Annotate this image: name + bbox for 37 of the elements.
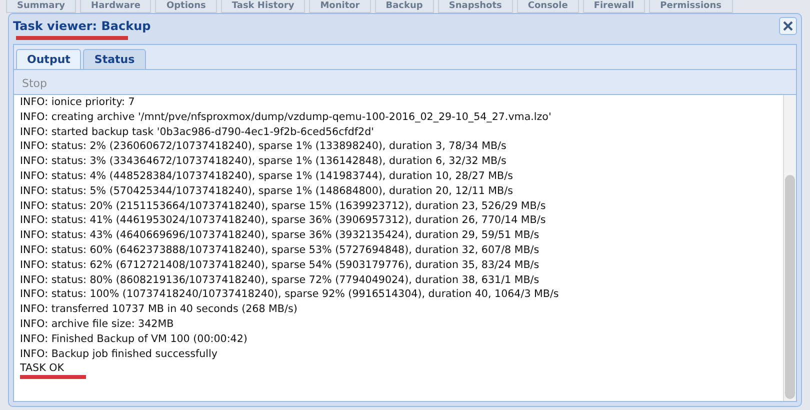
background-tab[interactable]: Backup <box>374 0 434 13</box>
background-tab[interactable]: Hardware <box>80 0 152 13</box>
log-line: INFO: status: 100% (10737418240/10737418240), sparse 92% (9916514304), duration 40, 1064/3 MB/s <box>20 287 560 302</box>
background-tab[interactable]: Task History <box>220 0 306 13</box>
log-line: INFO: status: 80% (8608219136/10737418240), sparse 72% (7794049024), duration 38, 631/1 MB/s <box>20 272 540 288</box>
log-line: INFO: status: 3% (334364672/10737418240), sparse 1% (136142848), duration 6, 32/32 MB/s <box>20 154 508 169</box>
tab[interactable]: Output <box>16 49 82 69</box>
window-title: Task viewer: Backup <box>13 19 151 33</box>
log-line: INFO: creating archive '/mnt/pve/nfsproxmox/dump/vzdump-qemu-100-2016_02_29-10_54_27.vma.lzo' <box>20 110 552 125</box>
log-line: INFO: transferred 10737 MB in 40 seconds (268 MB/s) <box>20 302 298 317</box>
log-line: INFO: status: 4% (448528384/10737418240), sparse 1% (141983744), duration 10, 28/27 MB/s <box>20 168 514 184</box>
background-tab[interactable]: Monitor <box>309 0 371 13</box>
log-line: INFO: status: 43% (4640669696/10737418240), sparse 36% (3932135424), duration 29, 59/51 MB/s <box>20 228 540 243</box>
log-line: INFO: status: 20% (2151153664/10737418240), sparse 15% (1639923712), duration 23, 526/29 MB/s <box>20 198 547 214</box>
log-line: INFO: ionice priority: 7 <box>20 95 136 110</box>
log-line: INFO: status: 5% (570425344/10737418240), sparse 1% (148684800), duration 20, 12/11 MB/s <box>20 184 514 199</box>
log-line: INFO: started backup task '0b3ac986-d790-4ec1-9f2b-6ced56cfdf2d' <box>20 124 375 140</box>
log-line: INFO: Finished Backup of VM 100 (00:00:42) <box>20 332 248 347</box>
scrollbar[interactable] <box>783 95 796 401</box>
close-button[interactable] <box>779 17 797 35</box>
log-line: INFO: status: 41% (4461953024/10737418240), sparse 36% (3906957312), duration 26, 770/14 MB/s <box>20 213 547 228</box>
highlight-underline <box>20 375 86 380</box>
log-line: INFO: status: 60% (6462373888/10737418240), sparse 53% (5727694848), duration 32, 607/8 MB/s <box>20 242 540 258</box>
background-tab[interactable]: Summary <box>6 0 76 13</box>
background-tab[interactable]: Console <box>516 0 579 13</box>
background-tab[interactable]: Permissions <box>649 0 733 13</box>
tab[interactable]: Status <box>83 49 146 69</box>
background-tab[interactable]: Firewall <box>582 0 646 13</box>
log-line: INFO: archive file size: 342MB <box>20 316 175 332</box>
scrollbar-thumb[interactable] <box>785 175 795 399</box>
background-tab[interactable]: Snapshots <box>438 0 513 13</box>
background-tab[interactable]: Options <box>155 0 217 13</box>
log-line: INFO: status: 2% (236060672/10737418240), sparse 1% (133898240), duration 3, 78/34 MB/s <box>20 139 508 154</box>
log-line: INFO: status: 62% (6712721408/10737418240), sparse 54% (5903179776), duration 35, 83/24 MB/s <box>20 258 540 273</box>
close-icon <box>782 20 794 32</box>
log-line: TASK OK <box>20 361 65 376</box>
log-line: INFO: Backup job finished successfully <box>20 346 218 362</box>
